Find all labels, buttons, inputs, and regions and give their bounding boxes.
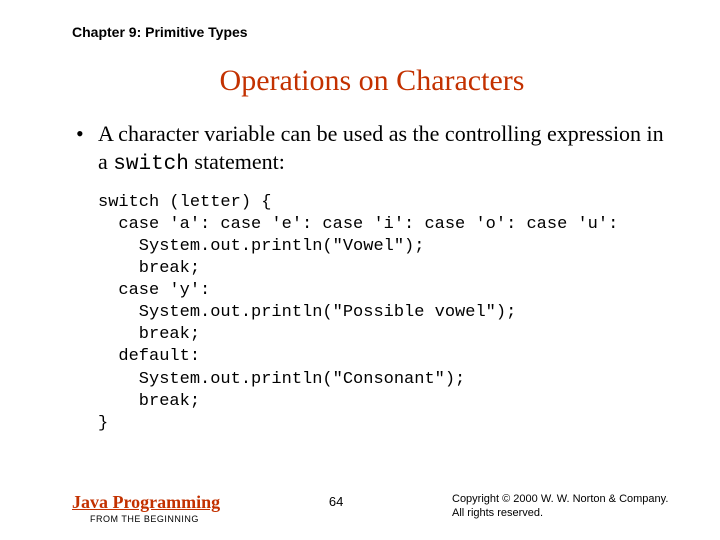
bullet-code-word: switch xyxy=(113,153,189,176)
bullet-text-post: statement: xyxy=(189,149,285,174)
page-number: 64 xyxy=(220,492,452,509)
copyright-line-2: All rights reserved. xyxy=(452,506,672,520)
footer: Java Programming FROM THE BEGINNING 64 C… xyxy=(0,492,720,524)
copyright-line-1: Copyright © 2000 W. W. Norton & Company. xyxy=(452,492,672,506)
book-title: Java Programming xyxy=(72,492,220,513)
bullet-marker: • xyxy=(76,120,98,178)
slide-title: Operations on Characters xyxy=(72,64,672,98)
footer-left: Java Programming FROM THE BEGINNING xyxy=(72,492,220,524)
bullet-item: • A character variable can be used as th… xyxy=(76,120,672,178)
book-subtitle: FROM THE BEGINNING xyxy=(90,514,220,524)
chapter-label: Chapter 9: Primitive Types xyxy=(72,24,672,40)
code-block: switch (letter) { case 'a': case 'e': ca… xyxy=(98,192,672,435)
copyright: Copyright © 2000 W. W. Norton & Company.… xyxy=(452,492,672,521)
slide: Chapter 9: Primitive Types Operations on… xyxy=(0,0,720,540)
bullet-text: A character variable can be used as the … xyxy=(98,120,672,178)
